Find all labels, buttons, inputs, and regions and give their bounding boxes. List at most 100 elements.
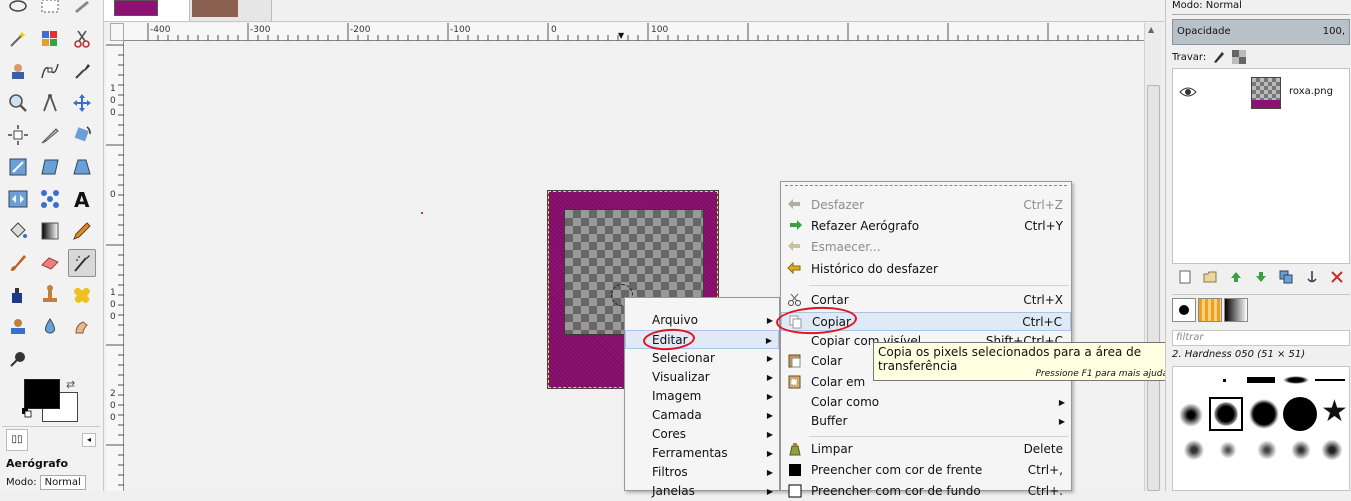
- duplicate-layer-icon[interactable]: [1279, 270, 1293, 284]
- tool-blur[interactable]: [36, 313, 64, 341]
- layer-row[interactable]: roxa.png: [1173, 73, 1349, 113]
- tool-rect-select[interactable]: [36, 0, 64, 22]
- menu-item-refazer[interactable]: Refazer Aerógrafo Ctrl+Y: [781, 217, 1071, 236]
- tool-scale[interactable]: [4, 153, 32, 181]
- tool-airbrush[interactable]: [68, 249, 96, 277]
- tool-fuzzy-select[interactable]: [4, 25, 32, 53]
- gradients-tab[interactable]: [1224, 298, 1248, 322]
- tool-rotate[interactable]: [68, 121, 96, 149]
- image-tab-roxa[interactable]: [104, 0, 190, 21]
- new-layer-icon[interactable]: [1178, 270, 1192, 284]
- brush-preset[interactable]: [1283, 376, 1309, 384]
- menu-item-imagem[interactable]: Imagem ▶: [625, 387, 779, 406]
- menu-item-historico[interactable]: Histórico do desfazer: [781, 260, 1071, 279]
- tab-menu-icon[interactable]: ◂: [82, 432, 96, 447]
- brush-preset[interactable]: [1179, 403, 1203, 427]
- swap-colors-icon[interactable]: ⇄: [66, 378, 75, 391]
- tool-clone[interactable]: [36, 281, 64, 309]
- menu-item-janelas[interactable]: Janelas ▶: [625, 482, 779, 501]
- lock-pixels-brush-icon[interactable]: [1212, 50, 1226, 64]
- menu-item-desfazer[interactable]: Desfazer Ctrl+Z: [781, 196, 1071, 215]
- tool-heal[interactable]: [68, 281, 96, 309]
- layer-mode-select[interactable]: Normal: [1206, 0, 1242, 11]
- tool-measure[interactable]: [36, 89, 64, 117]
- tool-perspective[interactable]: [68, 153, 96, 181]
- vertical-scrollbar-thumb[interactable]: [1147, 85, 1160, 491]
- layer-list[interactable]: roxa.png: [1172, 68, 1350, 264]
- horizontal-ruler[interactable]: -400 -300 -200 -100 0 100 ▼: [124, 23, 1144, 41]
- tool-foreground-select[interactable]: [4, 57, 32, 85]
- raise-layer-icon[interactable]: [1229, 270, 1243, 284]
- tool-smudge[interactable]: [68, 313, 96, 341]
- brush-preset[interactable]: [1283, 397, 1317, 431]
- menu-item-preencher-frente[interactable]: Preencher com cor de frente Ctrl+,: [781, 461, 1071, 480]
- menu-item-filtros[interactable]: Filtros ▶: [625, 463, 779, 482]
- tool-flip[interactable]: [4, 185, 32, 213]
- lock-alpha-checker-icon[interactable]: [1232, 50, 1247, 64]
- star-brush-icon[interactable]: ★: [1321, 397, 1348, 427]
- menu-item-colar-como[interactable]: Colar como ▶: [781, 393, 1071, 412]
- tool-color-picker[interactable]: [68, 57, 96, 85]
- reset-colors-icon[interactable]: [22, 408, 32, 418]
- tool-lasso[interactable]: [4, 0, 32, 22]
- eye-icon[interactable]: [1179, 85, 1197, 99]
- brush-preset[interactable]: [1255, 439, 1279, 461]
- new-layer-group-icon[interactable]: [1203, 270, 1217, 284]
- brush-preset[interactable]: [1217, 439, 1239, 461]
- patterns-tab[interactable]: [1198, 298, 1222, 322]
- tool-paths[interactable]: [36, 57, 64, 85]
- menu-item-visualizar[interactable]: Visualizar ▶: [625, 368, 779, 387]
- menu-item-selecionar[interactable]: Selecionar ▶: [625, 349, 779, 368]
- vertical-scrollbar[interactable]: ▲: [1144, 23, 1162, 491]
- brush-preset[interactable]: [1181, 439, 1207, 461]
- tool-mode-select[interactable]: Normal: [39, 475, 86, 490]
- lower-layer-icon[interactable]: [1254, 270, 1268, 284]
- menu-item-preencher-fundo[interactable]: Preencher com cor de fundo Ctrl+.: [781, 482, 1071, 501]
- anchor-layer-icon[interactable]: [1305, 270, 1319, 284]
- brush-grid[interactable]: ★: [1172, 366, 1350, 491]
- tool-move[interactable]: [68, 89, 96, 117]
- brush-preset[interactable]: [1247, 377, 1275, 383]
- tool-pencil[interactable]: [68, 217, 96, 245]
- tool-scissors[interactable]: [68, 25, 96, 53]
- menu-item-esmaecer[interactable]: Esmaecer...: [781, 238, 1071, 257]
- tool-crop[interactable]: [36, 121, 64, 149]
- brush-preset[interactable]: [1315, 379, 1345, 381]
- tool-blend[interactable]: [36, 217, 64, 245]
- brushes-tab[interactable]: [1172, 298, 1196, 322]
- tool-ink[interactable]: [4, 281, 32, 309]
- brush-preset[interactable]: [1249, 399, 1279, 429]
- tool-select-by-color[interactable]: [36, 25, 64, 53]
- tearoff-line[interactable]: [785, 185, 1067, 186]
- tool-align[interactable]: [4, 121, 32, 149]
- tool-cage[interactable]: [36, 185, 64, 213]
- menu-item-limpar[interactable]: Limpar Delete: [781, 440, 1071, 459]
- menu-item-cores[interactable]: Cores ▶: [625, 425, 779, 444]
- vertical-ruler[interactable]: 1 0 0 0 1 0 0 2 0 0: [106, 41, 124, 491]
- tool-shear[interactable]: [36, 153, 64, 181]
- tool-dodge-burn[interactable]: [4, 345, 32, 373]
- menu-item-buffer[interactable]: Buffer ▶: [781, 412, 1071, 431]
- tool-text[interactable]: A: [68, 185, 96, 213]
- brush-preset[interactable]: [1289, 439, 1313, 461]
- brush-preset-selected[interactable]: [1209, 397, 1243, 431]
- menu-item-arquivo[interactable]: Arquivo ▶: [625, 311, 779, 330]
- tool-options-tab-icon[interactable]: ▯▯: [6, 428, 28, 451]
- tool-bucket-fill[interactable]: [4, 217, 32, 245]
- brush-preset[interactable]: [1223, 379, 1226, 382]
- brush-filter-input[interactable]: filtrar: [1172, 330, 1350, 346]
- ruler-corner[interactable]: [110, 23, 124, 41]
- tool-eraser[interactable]: [36, 249, 64, 277]
- menu-item-ferramentas[interactable]: Ferramentas ▶: [625, 444, 779, 463]
- opacity-slider[interactable]: Opacidade 100,: [1172, 19, 1350, 45]
- scroll-up-icon[interactable]: ▲: [1148, 25, 1154, 34]
- tool-zoom[interactable]: [4, 89, 32, 117]
- menu-item-camada[interactable]: Camada ▶: [625, 406, 779, 425]
- delete-layer-icon[interactable]: [1330, 270, 1344, 284]
- tool-perspective-clone[interactable]: [4, 313, 32, 341]
- tool-smudge-top[interactable]: [68, 0, 96, 22]
- tool-paintbrush[interactable]: [4, 249, 32, 277]
- foreground-color-swatch[interactable]: [24, 379, 60, 409]
- brush-preset[interactable]: [1319, 439, 1345, 461]
- image-tab-photo[interactable]: [190, 0, 272, 21]
